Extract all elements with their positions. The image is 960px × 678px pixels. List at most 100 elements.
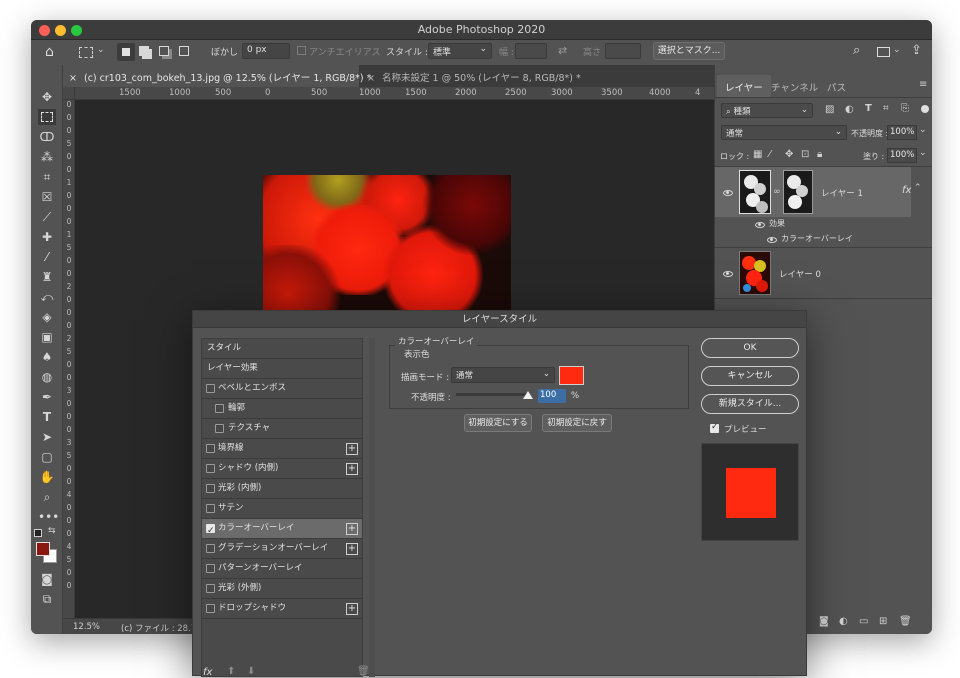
crop-tool-icon[interactable]: ⌗ [38,169,56,185]
new-selection-button[interactable] [117,43,135,61]
adjustment-layer-icon[interactable]: ◐ [839,616,848,627]
style-checkbox[interactable] [206,522,215,541]
trash-icon[interactable]: 🗑︎ [899,616,912,627]
layer-filter-select[interactable]: ⌕ 種類 ⌄ [721,103,813,118]
add-effect-icon[interactable]: + [346,543,358,555]
layer-fill-input[interactable]: 100% [887,148,917,163]
subtract-selection-icon[interactable] [159,46,169,56]
more-tools-icon[interactable]: ••• [38,509,59,525]
zoom-tool-icon[interactable]: ⌕ [38,489,56,505]
document-image[interactable] [263,175,511,323]
make-default-button[interactable]: 初期設定にする [464,414,532,432]
opacity-slider-handle[interactable] [523,391,533,399]
add-effect-icon[interactable]: + [346,463,358,475]
style-select[interactable]: 標準 ⌄ [428,43,492,59]
lock-artboard-icon[interactable]: ⊡ [801,149,809,160]
eraser-tool-icon[interactable]: ◈ [38,309,56,325]
swap-icon[interactable]: ⇄ [558,44,567,57]
type-tool-icon[interactable]: T [38,409,56,425]
layer-opacity-input[interactable]: 100% [887,125,917,140]
eyedropper-tool-icon[interactable]: ⟋ [38,209,56,225]
style-item[interactable]: レイヤー効果 [202,359,362,379]
style-checkbox[interactable] [206,384,215,393]
add-mask-icon[interactable]: ◙ [819,616,829,627]
filter-smartobject-icon[interactable]: ⎘ [901,103,909,114]
quick-mask-icon[interactable]: ◙ [38,571,56,587]
feather-input[interactable]: 0 px [242,43,290,59]
share-icon[interactable]: ⇪ [911,43,922,58]
link-icon[interactable]: ∞ [773,187,781,197]
opacity-input[interactable]: 100 [538,389,566,403]
tab-close-icon[interactable]: × [367,73,375,84]
home-icon[interactable]: ⌂ [45,44,54,60]
preview-checkbox[interactable] [710,422,719,433]
eye-icon[interactable] [767,237,777,243]
brush-tool-icon[interactable]: ⁄ [38,249,56,265]
marquee-tool-icon[interactable] [38,109,56,125]
style-item[interactable]: 境界線 + [202,439,362,459]
group-folder-icon[interactable]: ▭ [859,616,868,627]
add-effect-icon[interactable]: + [346,603,358,615]
style-item[interactable]: テクスチャ [202,419,362,439]
select-and-mask-button[interactable]: 選択とマスク... [653,42,725,60]
chevron-up-icon[interactable]: ⌃ [914,183,922,193]
style-checkbox[interactable] [206,484,215,493]
frame-tool-icon[interactable]: ☒ [38,189,56,205]
marquee-preset-icon[interactable] [79,47,93,58]
rectangle-tool-icon[interactable]: ▢ [38,449,56,465]
layer-row-0[interactable]: レイヤー 0 [715,248,932,298]
lock-image-icon[interactable]: ⁄ [769,149,771,160]
file-info[interactable]: (c) ファイル : 28.7 [121,622,196,634]
style-checkbox[interactable] [206,504,215,513]
panel-menu-icon[interactable]: ≡ [919,79,927,90]
filter-type-icon[interactable]: T [865,103,872,114]
style-checkbox[interactable] [206,604,215,613]
add-effect-icon[interactable]: + [346,443,358,455]
style-list-scrollbar[interactable] [369,338,375,677]
trash-icon[interactable]: 🗑︎ [357,666,370,677]
style-item[interactable]: パターンオーバーレイ [202,559,362,579]
eye-icon[interactable] [723,190,733,196]
tab-bokeh-doc[interactable]: × (c) cr103_com_bokeh_13.jpg @ 12.5% (レイ… [63,65,371,87]
overlay-color-swatch[interactable] [559,366,584,385]
reset-default-button[interactable]: 初期設定に戻す [542,414,612,432]
style-checkbox[interactable] [206,464,215,473]
ruler-origin[interactable] [63,87,75,100]
lock-all-icon[interactable]: 🔒︎ [817,149,822,160]
layer-name[interactable]: レイヤー 1 [821,187,863,199]
blend-mode-select[interactable]: 通常 ⌄ [721,125,847,140]
style-checkbox[interactable] [206,564,215,573]
style-checkbox[interactable] [215,404,224,413]
layer-name[interactable]: レイヤー 0 [779,268,821,280]
layer-row-1[interactable]: ∞ レイヤー 1 fx [715,167,911,217]
new-layer-icon[interactable]: ⊞ [879,616,887,627]
pen-tool-icon[interactable]: ✒ [38,389,56,405]
intersect-selection-icon[interactable] [179,46,189,56]
tab-paths[interactable]: パス [819,75,854,97]
new-style-button[interactable]: 新規スタイル... [701,394,799,414]
tab-close-icon[interactable]: × [69,73,77,84]
style-item[interactable]: カラーオーバーレイ + [202,519,362,541]
style-item[interactable]: グラデーションオーバーレイ + [202,539,362,559]
style-checkbox[interactable] [206,584,215,593]
style-item[interactable]: シャドウ (内側) + [202,459,362,479]
dodge-tool-icon[interactable]: ◍ [38,369,56,385]
filter-shape-icon[interactable]: ⌗ [883,103,889,114]
eye-icon[interactable] [755,222,765,228]
filter-toggle[interactable] [921,105,929,113]
filter-adjustment-icon[interactable]: ◐ [845,104,854,115]
screen-mode-icon[interactable]: ⧉ [38,591,56,607]
style-checkbox[interactable] [206,544,215,553]
style-item[interactable]: サテン [202,499,362,519]
search-icon[interactable]: ⌕ [853,43,860,58]
lock-position-icon[interactable]: ✥ [785,149,793,160]
cancel-button[interactable]: キャンセル [701,366,799,386]
fx-icon[interactable]: fx [902,185,911,196]
fx-icon[interactable]: fx [203,667,212,678]
path-selection-tool-icon[interactable]: ➤ [38,429,56,445]
blend-mode-select[interactable]: 通常 ⌄ [451,367,555,383]
default-colors-icon[interactable] [34,529,42,537]
lasso-tool-icon[interactable]: ↀ [38,129,56,145]
move-down-icon[interactable]: ⬇ [247,666,255,677]
style-item[interactable]: ドロップシャドウ + [202,599,362,619]
